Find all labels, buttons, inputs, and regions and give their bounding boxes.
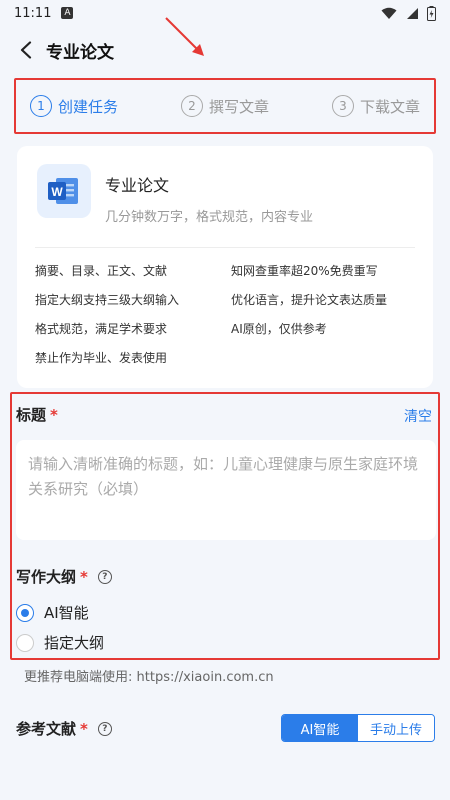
step-label: 撰写文章 <box>208 97 269 116</box>
card-title: 专业论文 <box>105 176 170 195</box>
references-label: 参考文献 * ? <box>16 718 112 739</box>
product-card: W 专业论文 几分钟数万字，格式规范，内容专业 摘要、目录、正文、文献 知网查重… <box>17 146 433 388</box>
required-mark: * <box>80 719 88 738</box>
feature-item: 格式规范，满足学术要求 <box>35 322 168 336</box>
step-label: 下载文章 <box>359 97 420 116</box>
feature-item: 知网查重率超20%免费重写 <box>231 264 378 278</box>
status-time: 11:11 <box>14 5 52 21</box>
step-number: 3 <box>331 95 354 117</box>
status-bar: 11:11 A <box>0 0 450 26</box>
radio-checked-icon[interactable] <box>16 603 34 622</box>
page-title: 专业论文 <box>46 42 114 63</box>
outline-option-ai[interactable]: AI智能 <box>16 602 89 623</box>
back-arrow-icon[interactable] <box>14 38 38 62</box>
battery-icon <box>427 5 436 21</box>
wifi-icon <box>381 7 397 19</box>
title-label-text: 标题 <box>16 406 47 424</box>
feature-item: 指定大纲支持三级大纲输入 <box>35 293 180 307</box>
outline-option-label: AI智能 <box>44 604 89 622</box>
radio-unchecked-icon[interactable] <box>16 633 34 652</box>
outline-label: 写作大纲 * ? <box>16 566 112 587</box>
help-icon[interactable]: ? <box>97 721 112 736</box>
feature-item: 摘要、目录、正文、文献 <box>35 264 168 278</box>
title-label: 标题 * <box>16 404 58 425</box>
required-mark: * <box>50 406 58 424</box>
step-progress-highlight: 1 创建任务 2 撰写文章 3 下载文章 <box>14 78 436 134</box>
card-subtitle: 几分钟数万字，格式规范，内容专业 <box>105 210 314 225</box>
outline-label-text: 写作大纲 <box>16 568 77 586</box>
feature-item: 优化语言，提升论文表达质量 <box>231 293 388 307</box>
feature-item: 禁止作为毕业、发表使用 <box>35 351 168 365</box>
step-label: 创建任务 <box>58 97 119 116</box>
notification-icon: A <box>61 7 74 19</box>
step-number: 1 <box>30 95 52 117</box>
references-label-text: 参考文献 <box>16 720 77 738</box>
clear-button[interactable]: 清空 <box>404 406 432 426</box>
outline-option-custom[interactable]: 指定大纲 <box>16 632 104 653</box>
references-ai-button[interactable]: AI智能 <box>282 715 358 741</box>
recommend-text: 更推荐电脑端使用: https://xiaoin.com.cn <box>24 670 274 685</box>
annotation-arrow-icon <box>165 17 204 56</box>
references-upload-button[interactable]: 手动上传 <box>358 715 434 741</box>
help-icon[interactable]: ? <box>97 569 112 584</box>
word-document-icon: W <box>37 164 91 218</box>
feature-list: 摘要、目录、正文、文献 知网查重率超20%免费重写 指定大纲支持三级大纲输入 优… <box>35 262 415 366</box>
signal-icon <box>407 7 418 19</box>
feature-item: AI原创，仅供参考 <box>231 322 327 336</box>
word-icon-letter: W <box>51 185 63 199</box>
references-mode-toggle: AI智能 手动上传 <box>281 714 435 742</box>
step-number: 2 <box>180 95 203 117</box>
nav-bar: 专业论文 <box>0 28 450 72</box>
step-create-task: 1 创建任务 <box>30 95 118 117</box>
outline-option-label: 指定大纲 <box>44 634 105 652</box>
required-mark: * <box>80 567 88 586</box>
step-download-article: 3 下载文章 <box>331 95 420 117</box>
step-write-article: 2 撰写文章 <box>180 95 269 117</box>
title-input[interactable] <box>16 440 436 540</box>
divider <box>35 247 415 248</box>
